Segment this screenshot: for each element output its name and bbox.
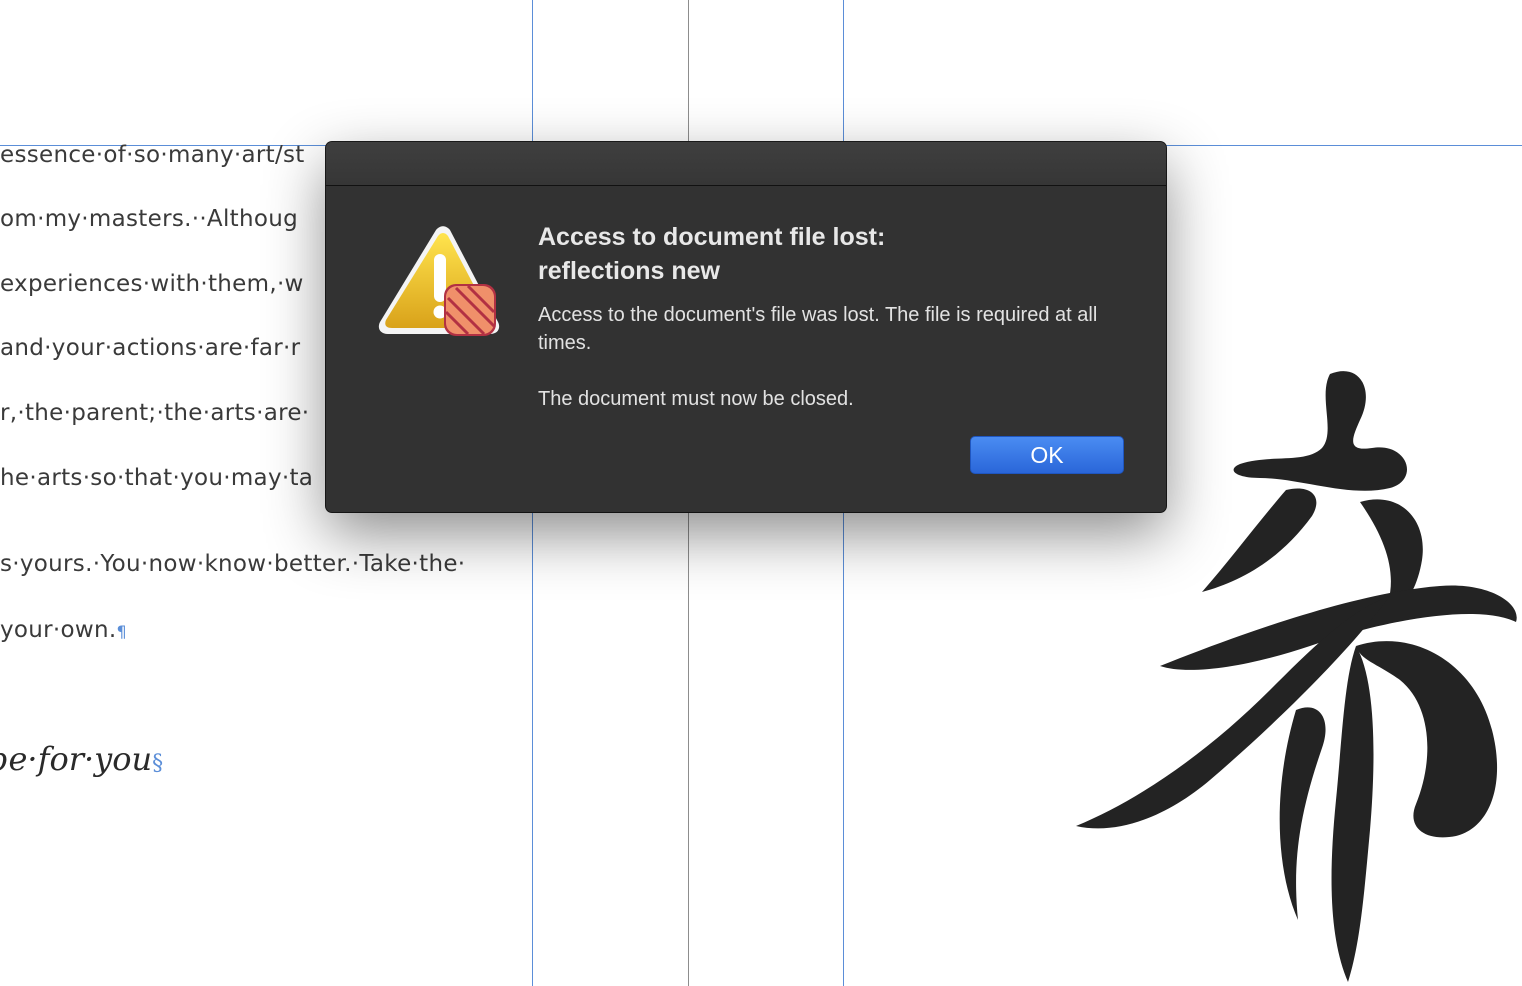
- text-line-6[interactable]: he·arts·so·that·you·may·ta: [0, 465, 313, 491]
- text-line-4[interactable]: and·your·actions·are·far·r: [0, 335, 300, 361]
- section-mark: §: [152, 751, 164, 776]
- text-line-8[interactable]: your·own.¶: [0, 617, 127, 643]
- ok-button[interactable]: OK: [970, 436, 1124, 474]
- text-line-7[interactable]: s·yours.·You·now·know·better.·Take·the·: [0, 551, 465, 577]
- dialog-message-text: Access to the document's file was lost. …: [538, 304, 1098, 354]
- text-line-5[interactable]: r,·the·parent;·the·arts·are·: [0, 400, 309, 426]
- text-line-8-content: your·own.: [0, 617, 117, 643]
- italic-text-line[interactable]: be·for·you§: [0, 740, 163, 778]
- dialog-titlebar[interactable]: [326, 142, 1166, 186]
- dialog-message: Access to the document's file was lost. …: [538, 301, 1098, 413]
- italic-text-content: be·for·you: [0, 740, 153, 778]
- text-line-1[interactable]: essence·of·so·many·art/st: [0, 142, 305, 168]
- dialog-title: Access to document file lost: reflection…: [538, 220, 1098, 288]
- dialog-message-text-2: The document must now be closed.: [538, 388, 854, 410]
- dialog-title-line-1: Access to document file lost:: [538, 223, 886, 251]
- pilcrow-mark: ¶: [116, 622, 127, 641]
- text-line-2[interactable]: om·my·masters.··Althoug: [0, 206, 298, 232]
- dialog-title-line-2: reflections new: [538, 257, 720, 285]
- warning-icon: [378, 226, 500, 336]
- alert-dialog[interactable]: Access to document file lost: reflection…: [326, 142, 1166, 512]
- text-line-3[interactable]: experiences·with·them,·w: [0, 271, 304, 297]
